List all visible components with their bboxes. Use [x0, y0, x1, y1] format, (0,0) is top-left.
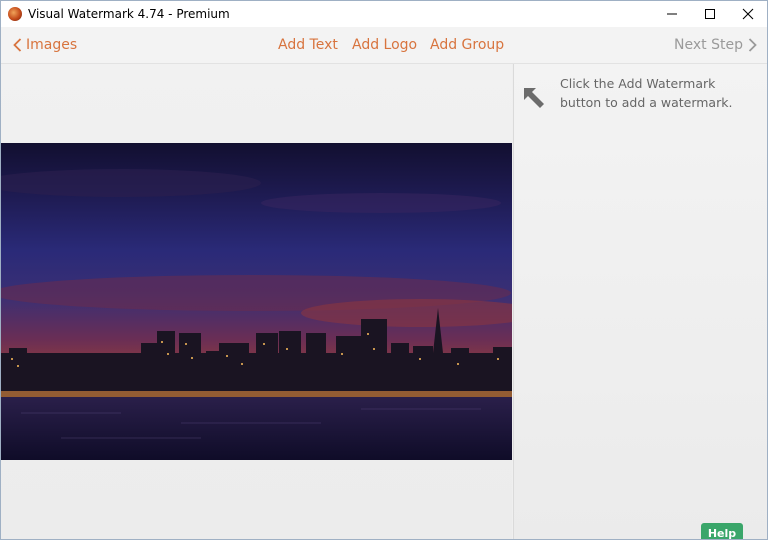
- minimize-icon: [667, 13, 677, 15]
- chevron-left-icon: [13, 38, 22, 52]
- add-group-button[interactable]: Add Group: [430, 37, 504, 53]
- maximize-icon: [705, 9, 715, 19]
- back-label: Images: [26, 37, 78, 53]
- add-watermark-hint: Click the Add Watermark button to add a …: [560, 76, 733, 110]
- close-button[interactable]: [729, 1, 767, 27]
- arrow-up-left-icon: [524, 88, 544, 108]
- help-button[interactable]: Help: [701, 523, 743, 539]
- chevron-right-icon: [748, 38, 757, 52]
- preview-image[interactable]: [1, 143, 512, 460]
- add-logo-button[interactable]: Add Logo: [352, 37, 417, 53]
- app-window: Visual Watermark 4.74 - Premium Images A…: [0, 0, 768, 540]
- city-skyline-photo: [1, 169, 512, 460]
- image-canvas: [1, 64, 512, 539]
- toolbar: Images Add Text Add Logo Add Group Next …: [1, 27, 767, 64]
- close-icon: [742, 8, 754, 20]
- back-to-images-button[interactable]: Images: [13, 37, 77, 53]
- minimize-button[interactable]: [653, 1, 691, 27]
- side-panel: Click the Add Watermark button to add a …: [513, 64, 767, 539]
- add-text-button[interactable]: Add Text: [278, 37, 338, 53]
- window-title: Visual Watermark 4.74 - Premium: [28, 7, 230, 21]
- app-logo-icon: [8, 7, 22, 21]
- maximize-button[interactable]: [691, 1, 729, 27]
- next-step-button[interactable]: Next Step: [674, 37, 757, 53]
- next-step-label: Next Step: [674, 37, 743, 53]
- title-bar[interactable]: Visual Watermark 4.74 - Premium: [1, 1, 767, 27]
